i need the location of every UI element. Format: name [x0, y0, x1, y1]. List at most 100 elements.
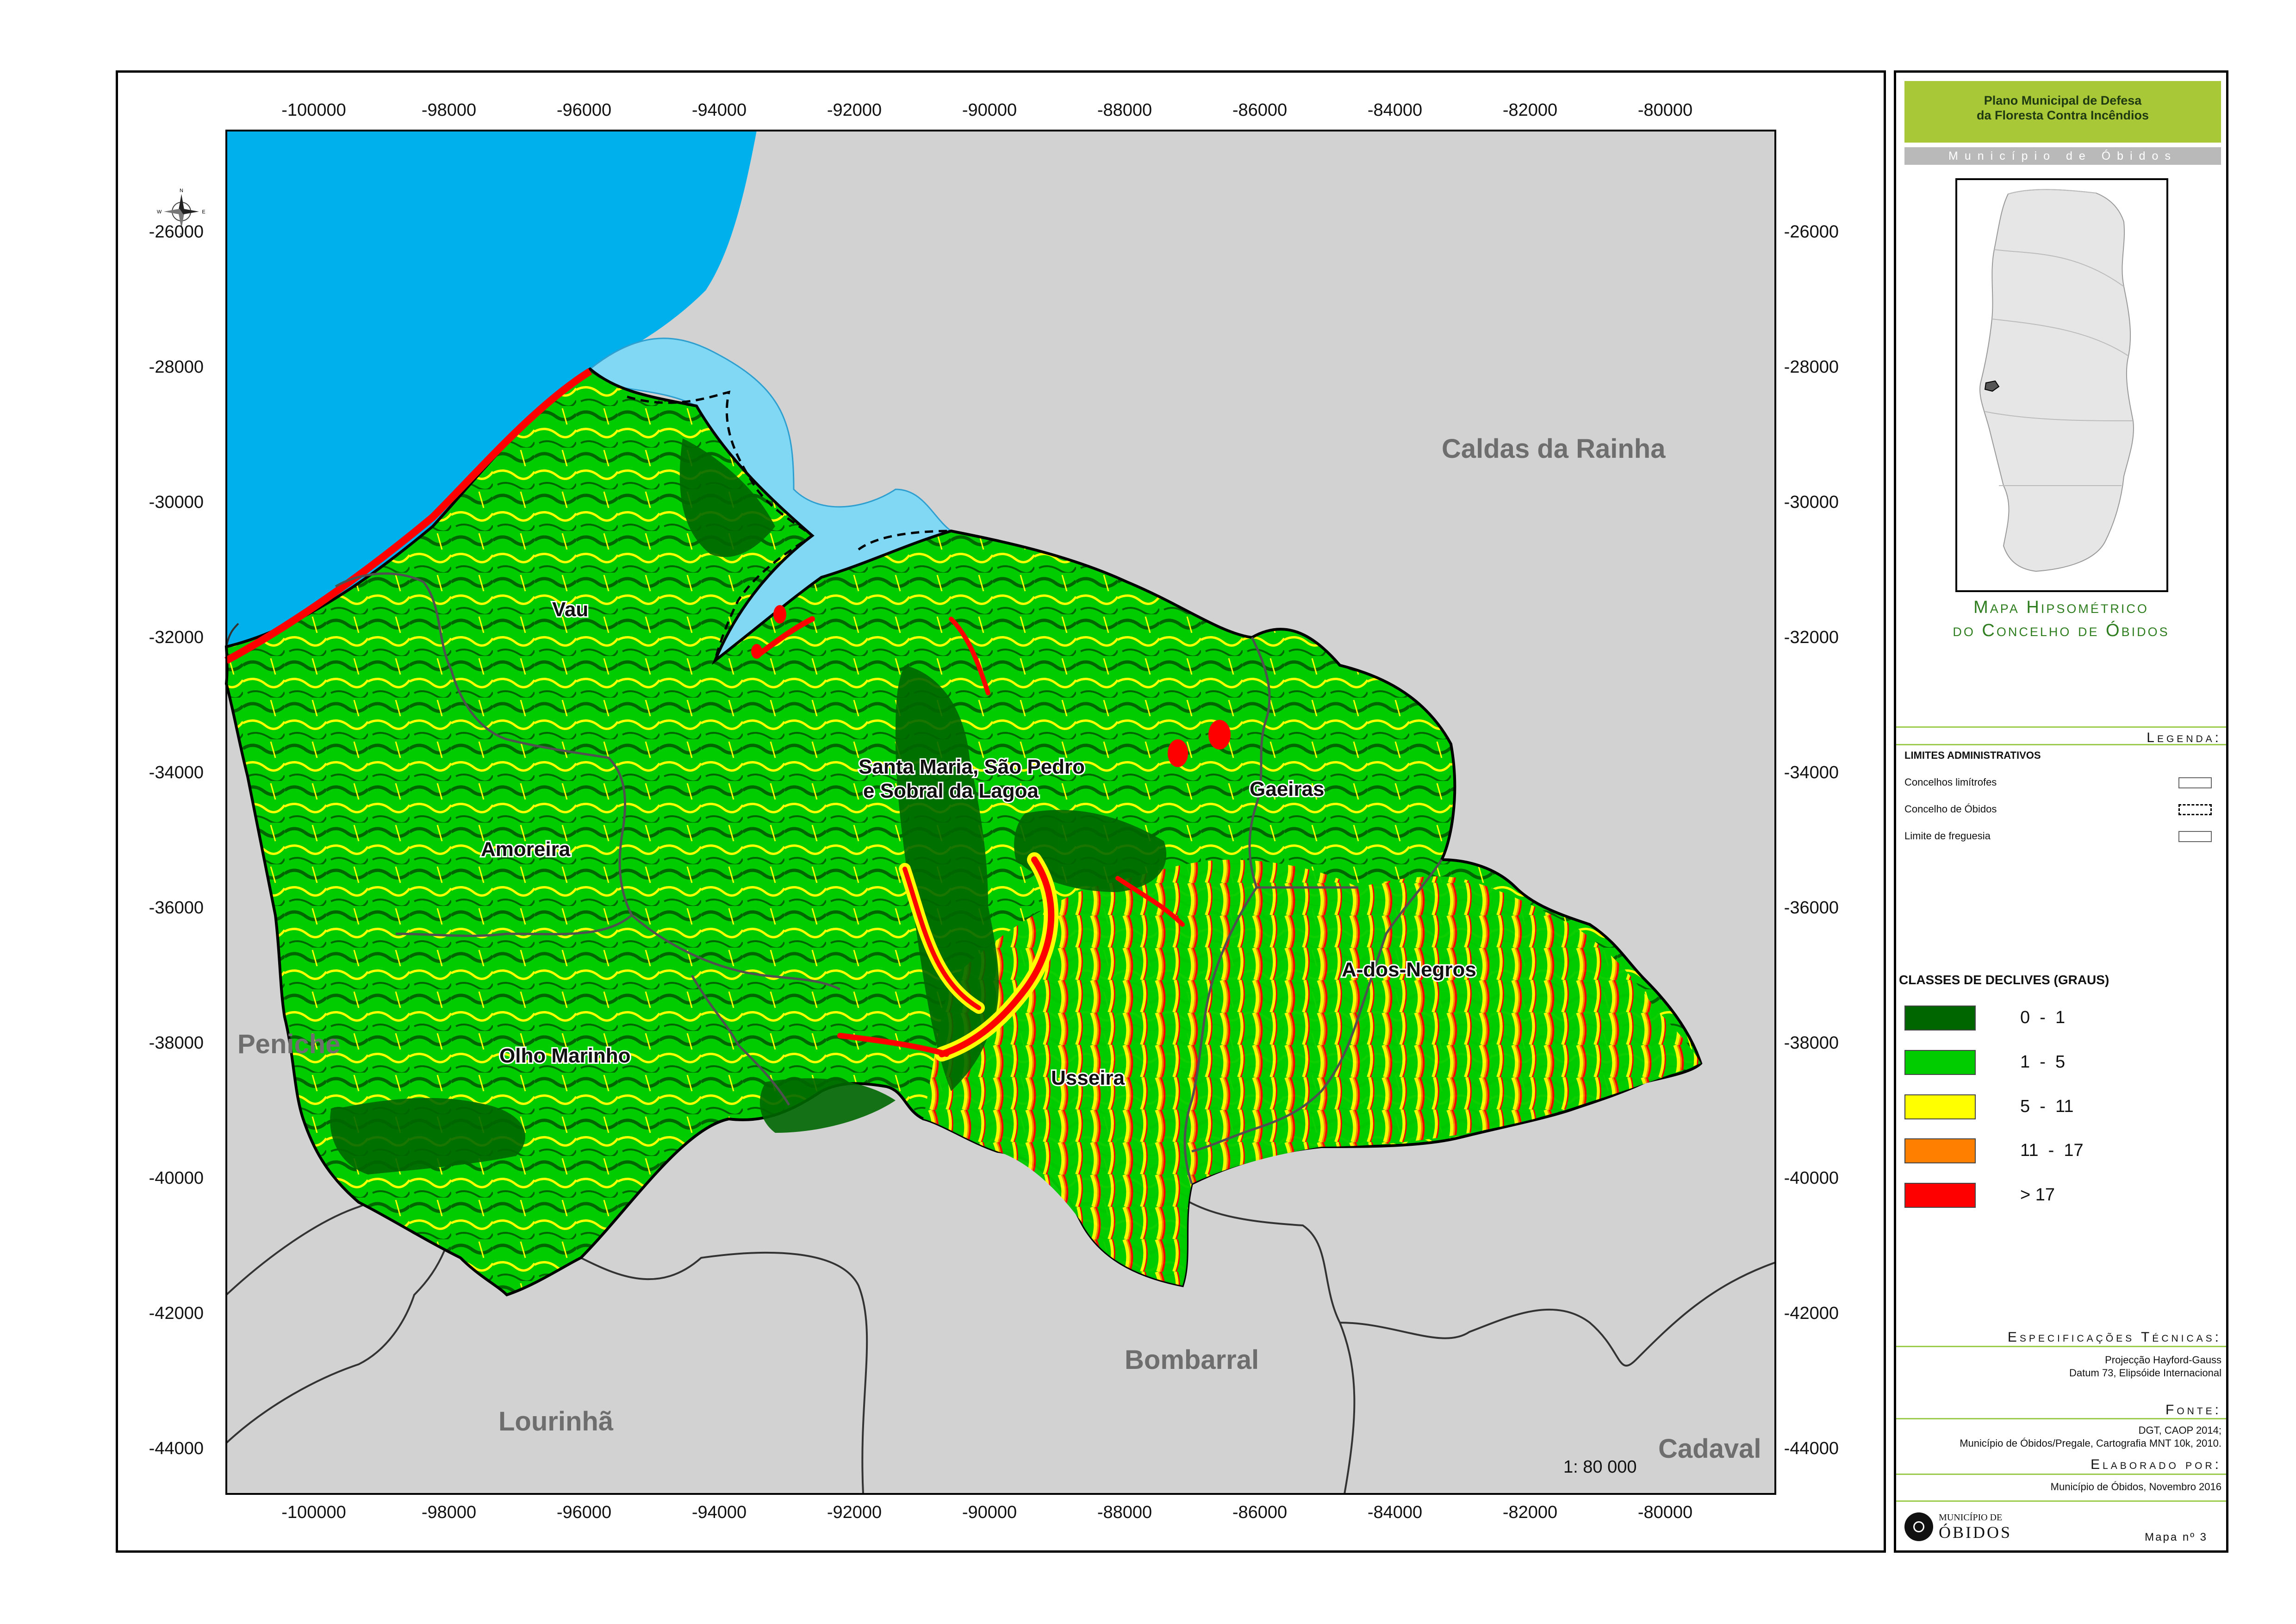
- neighbour-caldas-da-rainha: Caldas da Rainha: [1442, 434, 1666, 464]
- divider: [1896, 1474, 2226, 1475]
- source-line2: Município de Óbidos/Pregale, Cartografia…: [1960, 1437, 2221, 1449]
- map-number: Mapa nº 3: [2145, 1531, 2208, 1543]
- neighbour-bombarral: Bombarral: [1125, 1345, 1259, 1375]
- coord-y-right-label: -34000: [1784, 763, 1839, 782]
- coord-y-left-label: -36000: [149, 898, 204, 918]
- coord-y-right-label: -36000: [1784, 898, 1839, 918]
- parish-amoreira: Amoreira: [481, 838, 571, 861]
- limit-swatch-freguesia: [2178, 831, 2212, 842]
- class-label-0: 0 - 1: [2020, 1008, 2066, 1027]
- coord-y-right-label: -32000: [1784, 628, 1839, 647]
- coord-y-left-label: -26000: [149, 222, 204, 242]
- divider: [1896, 1418, 2226, 1419]
- compass-w: W: [157, 209, 162, 215]
- coord-x-top-label: -96000: [557, 100, 611, 120]
- coord-x-bottom-label: -98000: [422, 1503, 476, 1522]
- coord-y-left-label: -30000: [149, 493, 204, 512]
- coord-y-right-label: -28000: [1784, 357, 1839, 377]
- limits-heading: LIMITES ADMINISTRATIVOS: [1904, 750, 2041, 761]
- logo-small-text: MUNICÍPIO DE: [1939, 1512, 2003, 1523]
- coord-x-top-label: -80000: [1638, 100, 1692, 120]
- map-scale: 1: 80 000: [1563, 1457, 1636, 1477]
- coord-x-bottom-label: -92000: [827, 1503, 882, 1522]
- coord-x-bottom-label: -100000: [281, 1503, 346, 1522]
- coord-x-bottom-label: -94000: [692, 1503, 747, 1522]
- source-line1: DGT, CAOP 2014;: [2138, 1424, 2221, 1436]
- parish-gaeiras: Gaeiras: [1250, 778, 1324, 800]
- coord-x-bottom-label: -86000: [1232, 1503, 1287, 1522]
- map-title-line2: do Concelho de Óbidos: [1953, 621, 2170, 640]
- title-line2: da Floresta Contra Incêndios: [1976, 108, 2149, 122]
- map-frame: N S W E Caldas da Rainha Peniche Bombarr…: [116, 70, 1886, 1553]
- map-title-line1: Mapa Hipsométrico: [1973, 598, 2149, 617]
- coord-x-bottom-label: -82000: [1503, 1503, 1557, 1522]
- spec-line1: Projecção Hayford-Gauss: [2105, 1354, 2221, 1366]
- divider: [1896, 1346, 2226, 1347]
- portugal-inset-map: [1955, 178, 2168, 592]
- coord-x-top-label: -88000: [1097, 100, 1152, 120]
- slope-map: N S W E Caldas da Rainha Peniche Bombarr…: [149, 100, 1839, 1522]
- neighbour-lourinha: Lourinhã: [498, 1406, 614, 1437]
- neighbour-cadaval: Cadaval: [1658, 1434, 1761, 1464]
- author-heading: Elaborado por:: [2091, 1457, 2221, 1472]
- coord-y-left-label: -42000: [149, 1304, 204, 1323]
- coord-y-right-label: -30000: [1784, 493, 1839, 512]
- coord-x-top-label: -94000: [692, 100, 747, 120]
- limit-label-freguesia: Limite de freguesia: [1904, 830, 1991, 842]
- coord-y-left-label: -34000: [149, 763, 204, 782]
- coord-y-left-label: -28000: [149, 357, 204, 377]
- coord-y-left-label: -32000: [149, 628, 204, 647]
- coord-y-right-label: -40000: [1784, 1168, 1839, 1188]
- coord-y-left-label: -38000: [149, 1033, 204, 1053]
- limit-label-obidos: Concelho de Óbidos: [1904, 803, 1997, 815]
- coord-x-top-label: -86000: [1232, 100, 1287, 120]
- author-line1: Município de Óbidos, Novembro 2016: [2050, 1481, 2221, 1493]
- source-heading: Fonte:: [2165, 1402, 2221, 1418]
- spec-line2: Datum 73, Elipsóide Internacional: [2069, 1367, 2221, 1379]
- coord-labels-right: -26000 -28000 -30000 -32000 -34000 -36000 -380…: [1784, 222, 1839, 1458]
- coord-x-top-label: -90000: [962, 100, 1017, 120]
- coord-y-right-label: -44000: [1784, 1439, 1839, 1458]
- coord-y-right-label: -42000: [1784, 1304, 1839, 1323]
- parish-olho-marinho: Olho Marinho: [499, 1044, 631, 1067]
- coord-x-top-label: -92000: [827, 100, 882, 120]
- title-line1: Plano Municipal de Defesa: [1984, 94, 2142, 107]
- classes-heading: CLASSES DE DECLIVES (GRAUS): [1899, 973, 2109, 987]
- divider: [1896, 1500, 2226, 1502]
- municipality-bar: Município de Óbidos: [1904, 147, 2221, 165]
- parish-santa-maria-line2: e Sobral da Lagoa: [863, 780, 1039, 802]
- obidos-logo-icon: [1904, 1512, 1933, 1541]
- coord-y-right-label: -38000: [1784, 1033, 1839, 1053]
- parish-a-dos-negros: A-dos-Negros: [1342, 958, 1476, 981]
- coord-x-bottom-label: -96000: [557, 1503, 611, 1522]
- coord-y-left-label: -44000: [149, 1439, 204, 1458]
- class-swatch-3: [1904, 1138, 1976, 1163]
- divider: [1896, 726, 2226, 728]
- coord-x-bottom-label: -90000: [962, 1503, 1017, 1522]
- coord-x-top-label: -82000: [1503, 100, 1557, 120]
- coord-x-top-label: -84000: [1368, 100, 1422, 120]
- parish-vau: Vau: [552, 598, 588, 621]
- parish-santa-maria-line1: Santa Maria, São Pedro: [859, 756, 1085, 778]
- limit-swatch-obidos: [2178, 804, 2212, 815]
- coord-labels-bottom: -100000 -98000 -96000 -94000 -92000 -90000 -88…: [281, 1503, 1692, 1522]
- logo-big-text: ÓBIDOS: [1939, 1523, 2012, 1542]
- coord-x-bottom-label: -80000: [1638, 1503, 1692, 1522]
- coord-x-top-label: -100000: [281, 100, 346, 120]
- class-swatch-0: [1904, 1006, 1976, 1031]
- coord-y-right-label: -26000: [1784, 222, 1839, 242]
- title-box: Plano Municipal de Defesa da Floresta Co…: [1904, 81, 2221, 143]
- coord-x-bottom-label: -88000: [1097, 1503, 1152, 1522]
- portugal-inset-svg: [1979, 189, 2134, 572]
- coord-y-left-label: -40000: [149, 1168, 204, 1188]
- compass-e: E: [202, 209, 205, 215]
- coord-labels-top: -100000 -98000 -96000 -94000 -92000 -90000 -88…: [281, 100, 1692, 120]
- class-label-1: 1 - 5: [2020, 1052, 2066, 1072]
- limit-swatch-concelhos: [2178, 777, 2212, 788]
- class-swatch-2: [1904, 1094, 1976, 1119]
- portugal-outline: [1979, 189, 2134, 572]
- neighbour-peniche: Peniche: [237, 1029, 340, 1059]
- class-label-4: > 17: [2020, 1185, 2055, 1205]
- parish-usseira: Usseira: [1051, 1067, 1125, 1089]
- class-label-2: 5 - 11: [2020, 1097, 2074, 1116]
